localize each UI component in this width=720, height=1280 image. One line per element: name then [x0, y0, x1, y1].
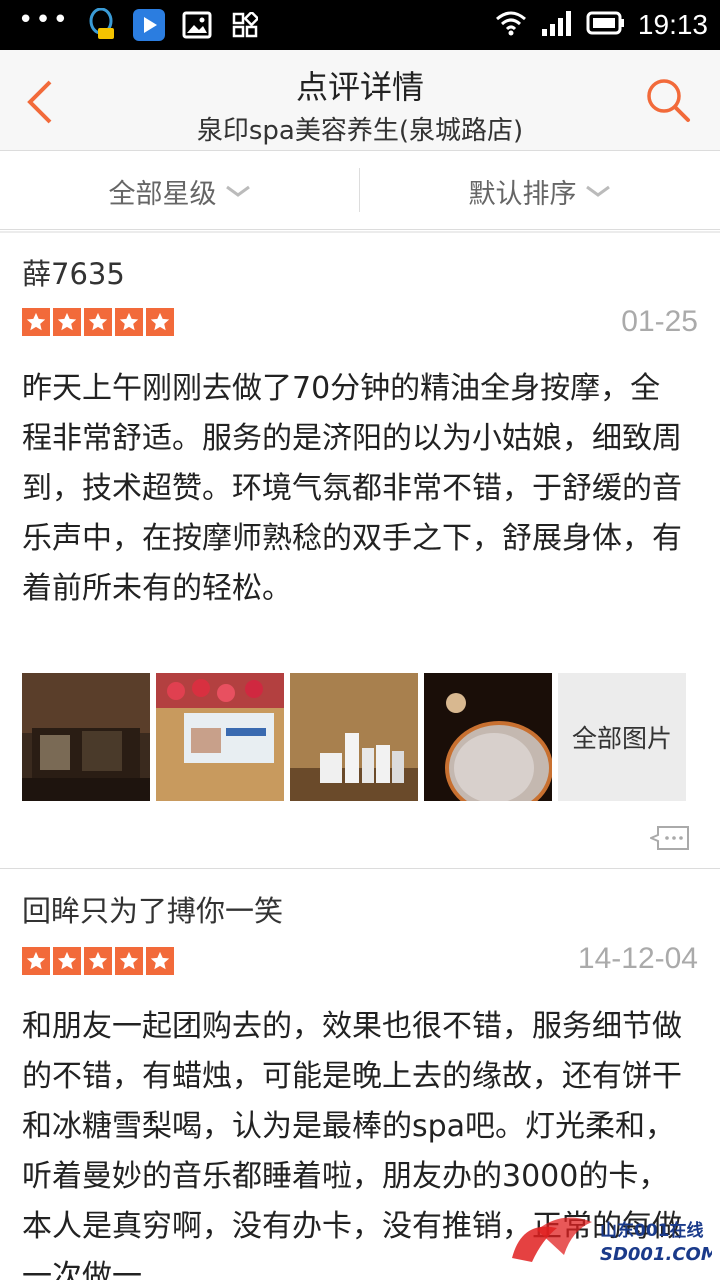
- search-button[interactable]: [644, 76, 692, 124]
- shop-name: 泉印spa美容养生(泉城路店): [196, 116, 524, 146]
- apps-grid-icon: [228, 8, 262, 42]
- battery-icon: [586, 11, 626, 39]
- review-photo[interactable]: [22, 673, 150, 801]
- gallery-icon: [180, 8, 214, 42]
- star-icon: [115, 308, 143, 336]
- star-icon: [115, 947, 143, 975]
- star-icon: [146, 947, 174, 975]
- review-photos: 全部图片: [22, 673, 686, 801]
- star-icon: [22, 308, 50, 336]
- sort-label: 默认排序: [468, 178, 577, 210]
- chevron-down-icon: [585, 185, 610, 197]
- review-photo[interactable]: [424, 673, 552, 801]
- review-photo[interactable]: [290, 673, 418, 801]
- video-player-icon: [132, 8, 166, 42]
- signal-icon: [540, 9, 574, 41]
- star-icon: [53, 947, 81, 975]
- comment-icon: [648, 826, 689, 850]
- watermark-line2: SD001.COM: [600, 1244, 712, 1265]
- review-item[interactable]: 薛7635 01-25 昨天上午刚刚去做了70分钟的精油全身按摩，全程非常舒适。…: [0, 233, 720, 869]
- star-icon: [53, 308, 81, 336]
- watermark-logo: 山东001在线 SD001.COM: [502, 1200, 719, 1272]
- search-icon: [647, 79, 690, 122]
- watermark-line1: 山东001在线: [600, 1220, 704, 1241]
- rating-filter-label: 全部星级: [108, 178, 217, 210]
- wifi-icon: [494, 10, 528, 40]
- star-icon: [84, 947, 112, 975]
- all-photos-button[interactable]: 全部图片: [558, 673, 686, 801]
- status-bar: ••• 19:13: [0, 0, 720, 50]
- review-photo[interactable]: [156, 673, 284, 801]
- star-icon: [22, 947, 50, 975]
- review-username: 回眸只为了搏你一笑: [22, 894, 284, 928]
- chevron-down-icon: [225, 185, 250, 197]
- comment-button[interactable]: [648, 825, 690, 851]
- page-title: 点评详情: [295, 68, 424, 106]
- review-date: 01-25: [621, 305, 698, 338]
- notification-dots: •••: [18, 5, 71, 35]
- star-icon: [146, 308, 174, 336]
- status-time: 19:13: [637, 9, 708, 40]
- review-content: 昨天上午刚刚去做了70分钟的精油全身按摩，全程非常舒适。服务的是济阳的以为小姑娘…: [22, 371, 682, 606]
- title-bar: 点评详情 泉印spa美容养生(泉城路店): [0, 50, 720, 151]
- review-date: 14-12-04: [577, 942, 698, 975]
- star-rating: [22, 947, 174, 975]
- rating-filter-dropdown[interactable]: 全部星级: [0, 152, 359, 230]
- review-username: 薛7635: [22, 257, 125, 291]
- qq-icon: [84, 8, 118, 42]
- star-rating: [22, 308, 174, 336]
- sort-dropdown[interactable]: 默认排序: [360, 152, 719, 230]
- star-icon: [84, 308, 112, 336]
- filter-bar: 全部星级 默认排序: [0, 152, 720, 230]
